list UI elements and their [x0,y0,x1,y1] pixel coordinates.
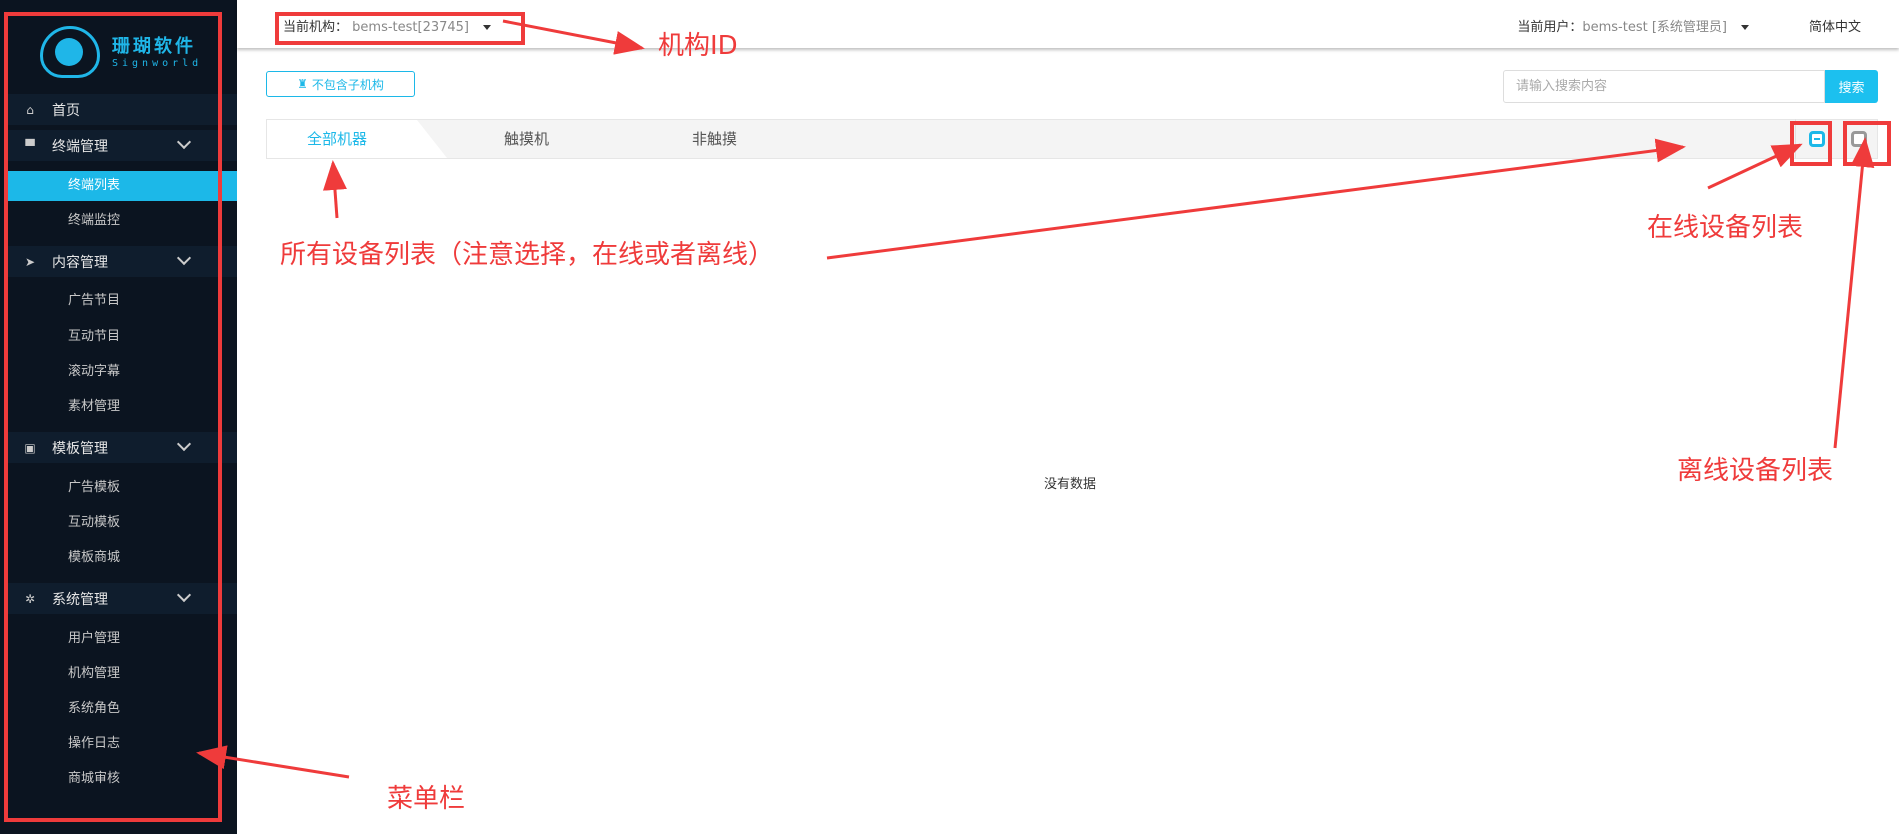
annotation-box-menu [4,12,222,822]
annotation-offline: 离线设备列表 [1677,456,1834,486]
empty-state: 没有数据 [1044,477,1097,492]
annotation-box-online [1790,121,1832,166]
device-tabs: 全部机器 触摸机 非触摸 [266,119,1878,159]
annotation-box-offline [1843,121,1891,166]
tab-non-touch[interactable]: 非触摸 [692,120,737,158]
annotation-online: 在线设备列表 [1647,213,1804,243]
label: 不包含子机构 [311,77,384,92]
tower-icon: ♜ [297,77,308,91]
user-menu[interactable]: 当前用户：bems-test [系统管理员] [1517,16,1749,35]
search-button[interactable]: 搜索 [1825,70,1878,103]
annotation-box-org [275,12,525,45]
arrow-tabbar [826,138,1686,260]
language-switch[interactable]: 简体中文 [1809,16,1861,35]
tab-touch[interactable]: 触摸机 [504,120,549,158]
annotation-org-id: 机构ID [658,31,738,61]
annotation-menu: 菜单栏 [387,784,466,814]
tab-all-devices[interactable]: 全部机器 [267,120,447,158]
arrow-offline [1833,137,1875,449]
arrow-tab [322,160,347,219]
exclude-sub-org-button[interactable]: ♜ 不包含子机构 [266,71,415,97]
caret-down-icon [1741,25,1749,30]
search-input[interactable] [1503,70,1825,103]
annotation-all-devices: 所有设备列表（注意选择，在线或者离线） [280,240,775,270]
user-label: 当前用户： [1517,20,1583,35]
user-value: bems-test [系统管理员] [1582,20,1727,35]
